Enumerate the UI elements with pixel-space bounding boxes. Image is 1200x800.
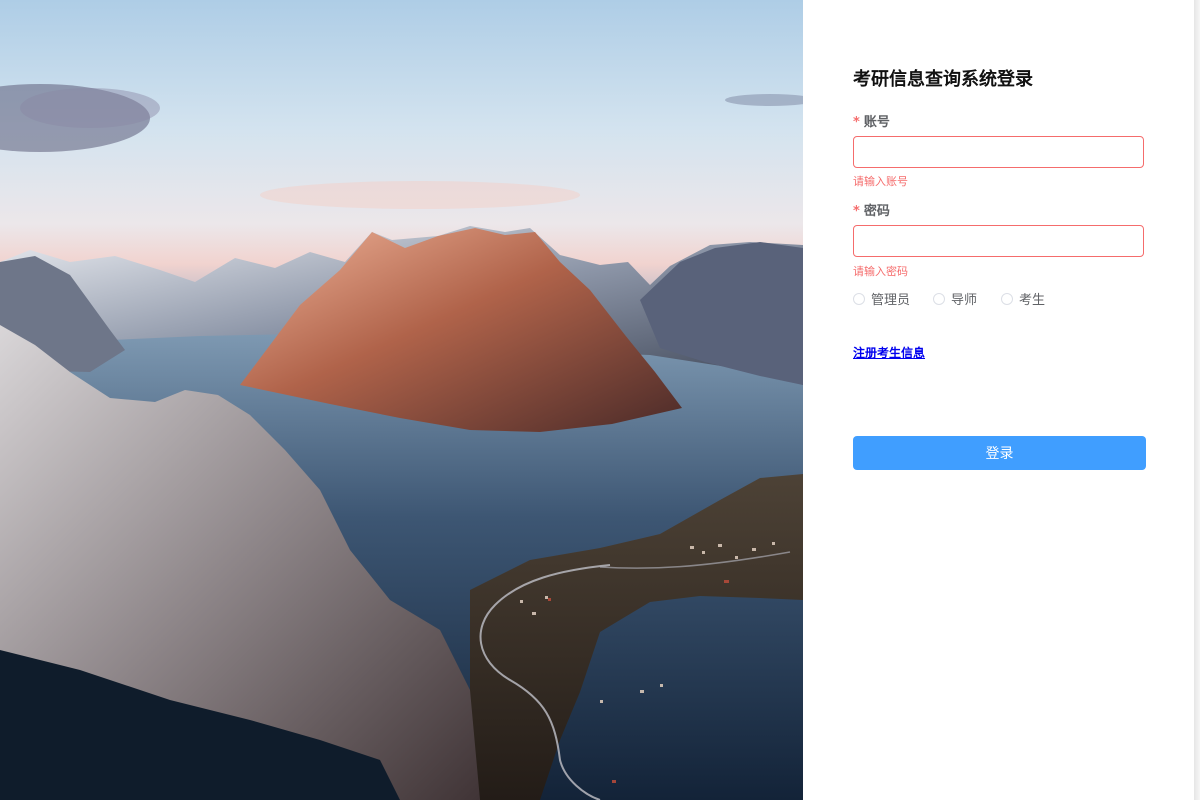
role-radio-admin[interactable]: 管理员 bbox=[853, 289, 910, 308]
page-title: 考研信息查询系统登录 bbox=[853, 69, 1033, 90]
login-panel: 考研信息查询系统登录 * 账号 请输入账号 * 密码 请输入密码 管理员 导师 考生… bbox=[803, 0, 1200, 800]
required-mark: * bbox=[853, 204, 860, 219]
window-edge bbox=[1194, 0, 1200, 800]
role-radio-advisor[interactable]: 导师 bbox=[933, 289, 977, 308]
password-label: * 密码 bbox=[853, 200, 890, 219]
role-radio-candidate[interactable]: 考生 bbox=[1001, 289, 1045, 308]
radio-circle-icon[interactable] bbox=[1001, 292, 1013, 305]
login-button[interactable]: 登录 bbox=[853, 436, 1146, 470]
radio-circle-icon[interactable] bbox=[933, 292, 945, 305]
account-label-text: 账号 bbox=[863, 115, 890, 130]
account-error-message: 请输入账号 bbox=[853, 175, 908, 188]
password-input[interactable] bbox=[853, 225, 1144, 257]
password-label-text: 密码 bbox=[863, 204, 890, 219]
password-error-message: 请输入密码 bbox=[853, 265, 908, 278]
account-input[interactable] bbox=[853, 136, 1144, 168]
role-radio-label: 管理员 bbox=[871, 293, 911, 308]
register-candidate-link[interactable]: 注册考生信息 bbox=[853, 344, 925, 361]
role-radio-label: 导师 bbox=[951, 293, 978, 308]
background-landscape-image bbox=[0, 0, 803, 800]
account-label: * 账号 bbox=[853, 111, 890, 130]
required-mark: * bbox=[853, 115, 860, 130]
role-radio-label: 考生 bbox=[1019, 293, 1046, 308]
radio-circle-icon[interactable] bbox=[853, 292, 865, 305]
